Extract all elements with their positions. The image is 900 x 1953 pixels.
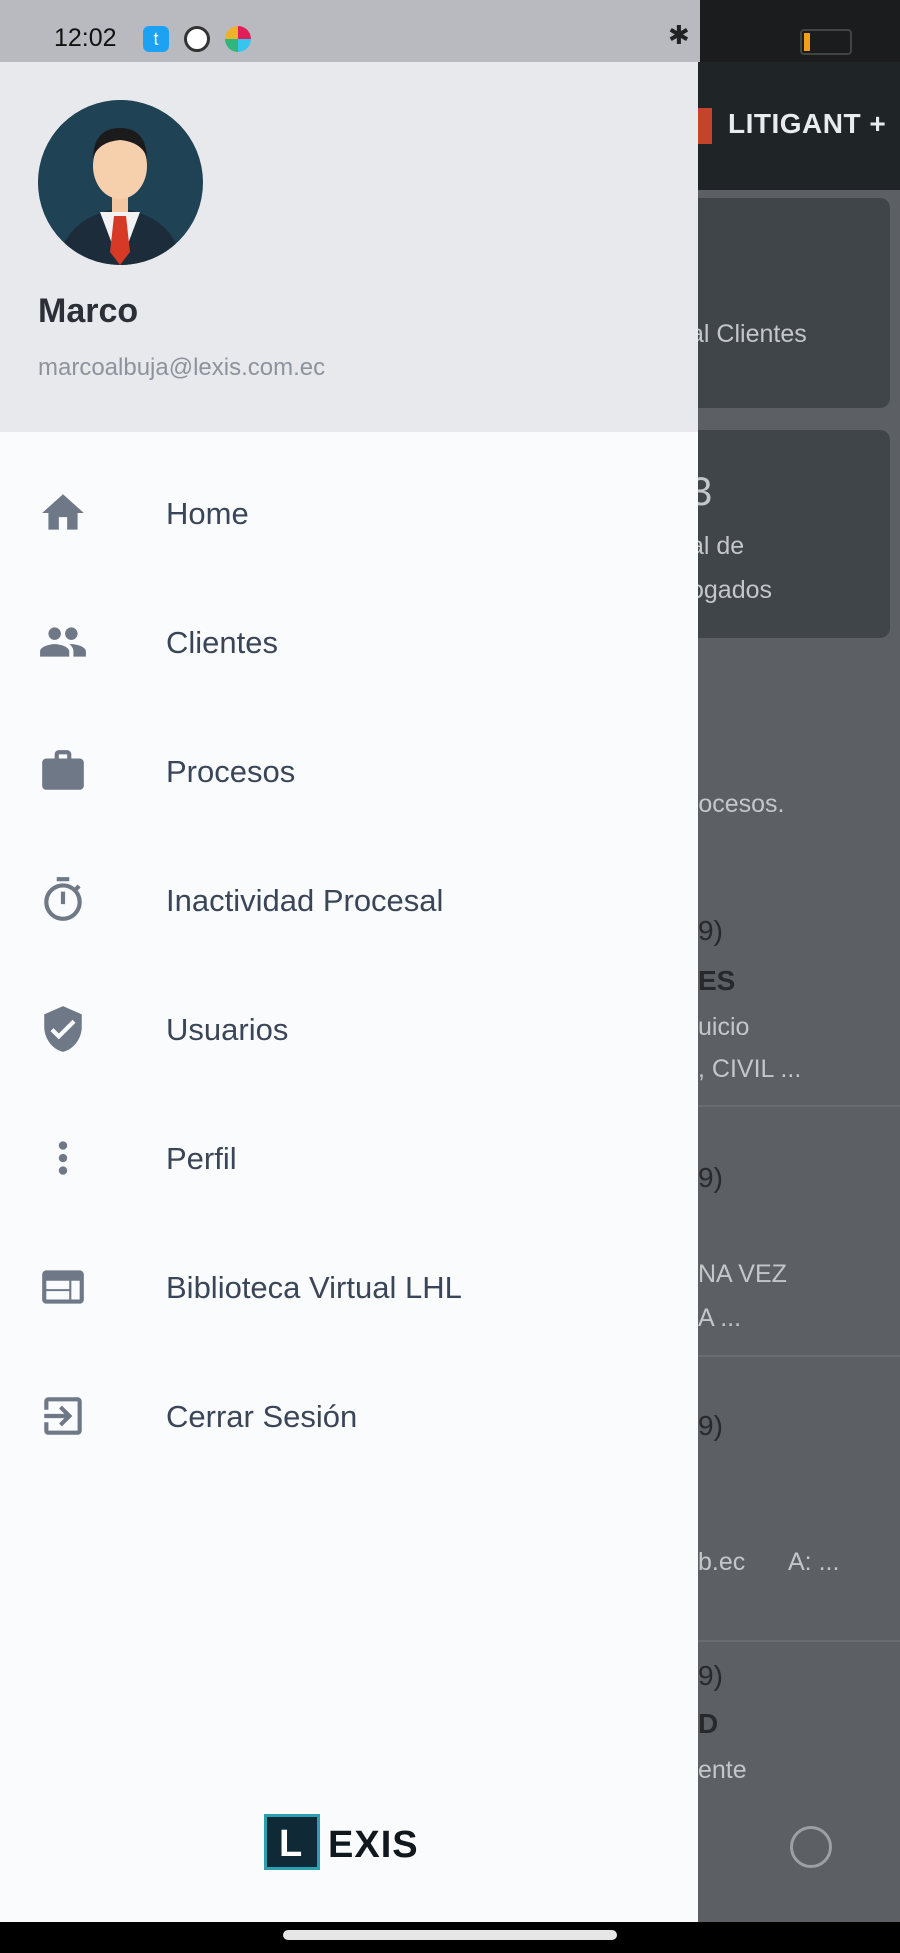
app-title: LITIGANT + bbox=[728, 108, 887, 139]
drawer-menu: Home Clientes Procesos Inactividad Proce… bbox=[0, 452, 698, 1484]
drawer-header: Marco marcoalbuja@lexis.com.ec bbox=[0, 62, 698, 432]
list-divider bbox=[690, 1105, 900, 1107]
list-item-date: 9) bbox=[698, 1660, 723, 1691]
list-item-date: 9) bbox=[698, 915, 723, 946]
menu-item-label: Inactividad Procesal bbox=[166, 883, 444, 918]
menu-item-label: Home bbox=[166, 496, 249, 531]
app-logo-mark bbox=[698, 108, 712, 144]
stat-card-label: al de bbox=[690, 532, 745, 560]
menu-item-clientes[interactable]: Clientes bbox=[0, 581, 698, 710]
status-bar: 12:02 t ✱ bbox=[0, 0, 700, 62]
list-item-date: 9) bbox=[698, 1162, 723, 1193]
home-gesture-pill[interactable] bbox=[283, 1930, 617, 1940]
menu-item-home[interactable]: Home bbox=[0, 452, 698, 581]
navigation-drawer: Marco marcoalbuja@lexis.com.ec Home Clie… bbox=[0, 62, 698, 1922]
list-item-text: A: ... bbox=[788, 1548, 840, 1576]
menu-item-label: Biblioteca Virtual LHL bbox=[166, 1270, 462, 1305]
lexis-logo-text: EXIS bbox=[328, 1824, 419, 1866]
menu-item-label: Cerrar Sesión bbox=[166, 1399, 358, 1434]
briefcase-icon bbox=[38, 746, 88, 796]
list-item-title: ES bbox=[698, 965, 736, 996]
menu-item-inactividad-procesal[interactable]: Inactividad Procesal bbox=[0, 839, 698, 968]
menu-item-procesos[interactable]: Procesos bbox=[0, 710, 698, 839]
timer-icon bbox=[38, 875, 88, 925]
lexis-logo-mark: L bbox=[264, 1814, 320, 1870]
slack-icon bbox=[225, 26, 251, 52]
status-time: 12:02 bbox=[54, 24, 117, 52]
list-item-date: 9) bbox=[698, 1410, 723, 1441]
section-text: rocesos. bbox=[690, 790, 785, 818]
menu-item-cerrar-sesion[interactable]: Cerrar Sesión bbox=[0, 1355, 698, 1484]
list-item-text: uicio bbox=[698, 1013, 750, 1041]
home-icon bbox=[38, 488, 88, 538]
list-divider bbox=[690, 1355, 900, 1357]
user-name: Marco bbox=[38, 292, 139, 330]
logout-icon bbox=[38, 1391, 88, 1441]
stat-card-lawyers: 3 al de ogados bbox=[690, 430, 890, 638]
bluetooth-icon: ✱ bbox=[668, 20, 690, 50]
list-item-text: A ... bbox=[698, 1304, 742, 1332]
menu-item-label: Usuarios bbox=[166, 1012, 289, 1047]
menu-item-label: Perfil bbox=[166, 1141, 237, 1176]
people-icon bbox=[38, 617, 88, 667]
list-item-title: D bbox=[698, 1708, 719, 1739]
list-item-text: b.ec bbox=[698, 1548, 746, 1576]
menu-item-label: Procesos bbox=[166, 754, 296, 789]
twitter-icon: t bbox=[143, 26, 169, 52]
avatar[interactable] bbox=[38, 100, 203, 265]
list-item-text: , CIVIL ... bbox=[698, 1055, 802, 1083]
menu-item-label: Clientes bbox=[166, 625, 278, 660]
menu-item-perfil[interactable]: Perfil bbox=[0, 1097, 698, 1226]
list-divider bbox=[690, 1640, 900, 1642]
battery-icon bbox=[800, 29, 852, 55]
menu-item-biblioteca-virtual[interactable]: Biblioteca Virtual LHL bbox=[0, 1226, 698, 1355]
list-item-text: ente bbox=[698, 1756, 747, 1784]
stat-card-clients: al Clientes bbox=[690, 198, 890, 408]
lexis-logo-letter: L bbox=[279, 1823, 303, 1865]
github-icon bbox=[184, 26, 210, 52]
shield-check-icon bbox=[38, 1004, 88, 1054]
system-navigation-bar bbox=[0, 1922, 900, 1953]
timer-icon[interactable] bbox=[790, 1826, 832, 1868]
more-vertical-icon bbox=[38, 1133, 88, 1183]
list-item-text: NA VEZ bbox=[698, 1260, 787, 1288]
stat-card-label: al Clientes bbox=[690, 320, 807, 348]
menu-item-usuarios[interactable]: Usuarios bbox=[0, 968, 698, 1097]
stat-card-label: ogados bbox=[690, 576, 773, 604]
web-icon bbox=[38, 1262, 88, 1312]
user-email: marcoalbuja@lexis.com.ec bbox=[38, 354, 326, 381]
